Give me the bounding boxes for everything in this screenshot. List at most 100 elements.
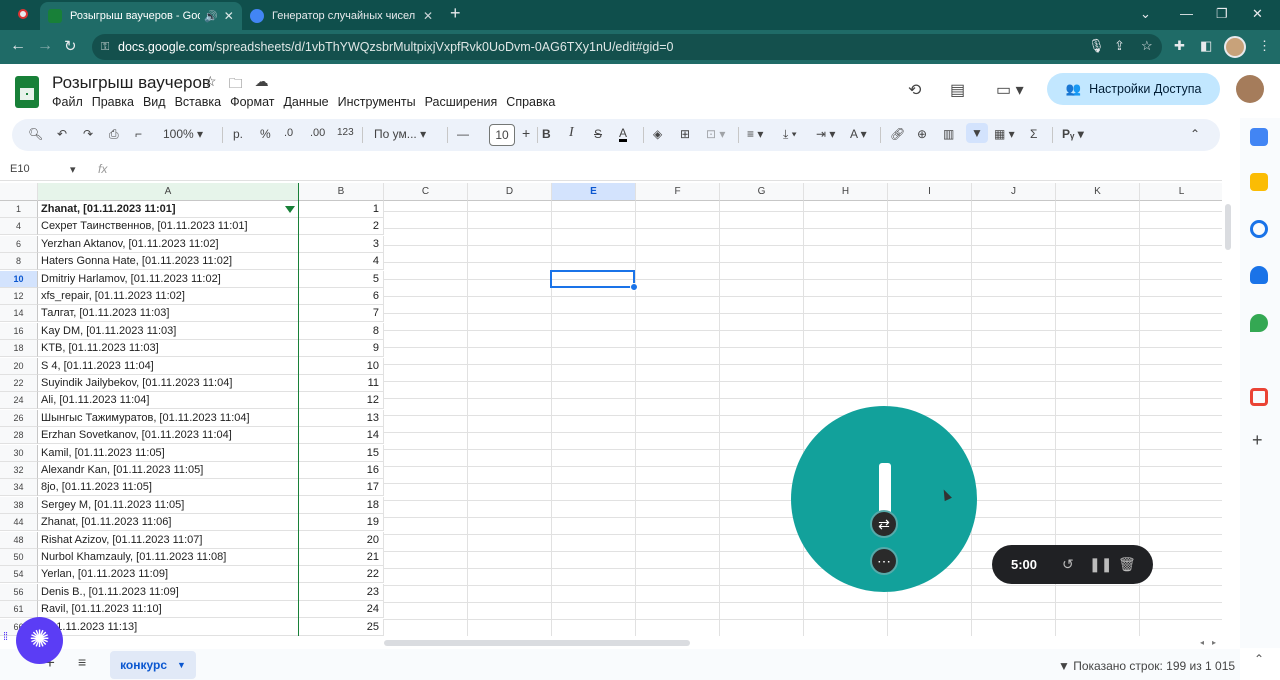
cell-b[interactable]: 16: [299, 462, 384, 479]
column-header-f[interactable]: F: [636, 183, 720, 201]
undo-icon[interactable]: ↶: [57, 127, 67, 141]
menu-help[interactable]: Справка: [506, 95, 555, 109]
text-wrap-icon[interactable]: ⇥ ▾: [816, 127, 835, 141]
cell-b[interactable]: 4: [299, 253, 384, 271]
cell-a[interactable]: Kamil, [01.11.2023 11:05]: [38, 445, 299, 462]
cell-b[interactable]: 9: [299, 340, 384, 358]
formula-input[interactable]: [118, 161, 1208, 179]
browser-tab-random[interactable]: Генератор случайных чисел | Р ✕: [242, 2, 442, 30]
font-select[interactable]: По ум... ▾: [374, 127, 426, 141]
cell-b[interactable]: 24: [299, 601, 384, 619]
cell-b[interactable]: 1: [299, 201, 384, 218]
cell-a[interactable]: Nurbol Khamzauly, [01.11.2023 11:08]: [38, 549, 299, 566]
cell-b[interactable]: 23: [299, 583, 384, 601]
row-header[interactable]: 48: [0, 531, 38, 549]
print-icon[interactable]: ⎙: [109, 127, 119, 142]
user-avatar[interactable]: [1236, 75, 1264, 103]
borders-icon[interactable]: ⊞: [680, 127, 690, 141]
cell-a[interactable]: xfs_repair, [01.11.2023 11:02]: [38, 288, 299, 305]
redo-icon[interactable]: ↷: [83, 127, 93, 141]
cell-b[interactable]: 13: [299, 409, 384, 427]
extensions-icon[interactable]: ✚: [1174, 38, 1185, 54]
cell-a[interactable]: Suyindik Jailybekov, [01.11.2023 11:04]: [38, 375, 299, 392]
row-header[interactable]: 56: [0, 583, 38, 601]
cell-a[interactable]: S 4, [01.11.2023 11:04]: [38, 358, 299, 375]
new-tab-button[interactable]: +: [450, 3, 461, 24]
close-window-button[interactable]: ✕: [1252, 6, 1263, 22]
cell-b[interactable]: 5: [299, 270, 384, 288]
cell-b[interactable]: 19: [299, 514, 384, 532]
row-header[interactable]: 34: [0, 479, 38, 497]
row-header[interactable]: 6: [0, 235, 38, 253]
drag-handle-icon[interactable]: ⁞⁞: [3, 632, 8, 643]
text-rotation-icon[interactable]: A ▾: [850, 127, 867, 141]
cell-a[interactable]: Sergey M, [01.11.2023 11:05]: [38, 497, 299, 514]
column-header-b[interactable]: B: [299, 183, 384, 201]
column-header-i[interactable]: I: [888, 183, 972, 201]
delete-icon[interactable]: 🗑︎: [1118, 556, 1136, 573]
cell-a[interactable]: Yerzhan Aktanov, [01.11.2023 11:02]: [38, 236, 299, 253]
side-panel-icon[interactable]: ◧: [1200, 38, 1212, 54]
cell-a[interactable]: Erzhan Sovetkanov, [01.11.2023 11:04]: [38, 427, 299, 445]
calendar-icon[interactable]: [1250, 128, 1268, 146]
cell-a[interactable]: Kay DM, [01.11.2023 11:03]: [38, 323, 299, 340]
cell-b[interactable]: 3: [299, 235, 384, 253]
paint-format-icon[interactable]: ⌐: [135, 127, 142, 141]
bookmark-star-icon[interactable]: ☆: [1141, 38, 1153, 54]
row-header[interactable]: 12: [0, 288, 38, 305]
row-header[interactable]: 38: [0, 496, 38, 514]
forward-icon[interactable]: →: [37, 37, 53, 55]
column-header-a[interactable]: A: [38, 183, 299, 201]
sheet-tab-konkurs[interactable]: конкурс ▼: [110, 651, 196, 679]
input-tools-icon[interactable]: Pᵧ ▾: [1062, 127, 1084, 141]
percent-format-button[interactable]: %: [260, 127, 271, 141]
pause-icon[interactable]: ❚❚: [1089, 556, 1112, 573]
menu-view[interactable]: Вид: [143, 95, 166, 109]
menu-data[interactable]: Данные: [283, 95, 328, 109]
close-tab-icon[interactable]: ✕: [423, 9, 433, 23]
menu-file[interactable]: Файл: [52, 95, 83, 109]
scroll-left-arrow[interactable]: ◂: [1200, 638, 1204, 647]
column-header-g[interactable]: G: [720, 183, 804, 201]
column-header-l[interactable]: L: [1140, 183, 1222, 201]
close-tab-icon[interactable]: ✕: [224, 9, 234, 23]
menu-edit[interactable]: Правка: [92, 95, 134, 109]
cell-b[interactable]: 14: [299, 427, 384, 445]
horizontal-scrollbar[interactable]: [384, 640, 690, 646]
collapse-toolbar-icon[interactable]: ⌃: [1190, 127, 1200, 141]
sheet-tab-dropdown-icon[interactable]: ▼: [177, 660, 186, 670]
menu-format[interactable]: Формат: [230, 95, 274, 109]
strikethrough-button[interactable]: S: [594, 127, 602, 141]
cell-b[interactable]: 20: [299, 531, 384, 549]
profile-avatar[interactable]: [1224, 36, 1246, 58]
row-header[interactable]: 4: [0, 218, 38, 236]
font-size-input[interactable]: 10: [489, 124, 515, 146]
cell-b[interactable]: 7: [299, 305, 384, 323]
row-header[interactable]: 16: [0, 322, 38, 340]
more-options-icon[interactable]: ⋯: [870, 547, 898, 575]
filter-active-icon[interactable]: [285, 206, 295, 213]
maximize-button[interactable]: ❐: [1216, 6, 1228, 22]
row-header[interactable]: 22: [0, 375, 38, 392]
increase-font-size-button[interactable]: +: [522, 125, 530, 141]
row-header[interactable]: 32: [0, 462, 38, 479]
column-header-c[interactable]: C: [384, 183, 468, 201]
number-format-button[interactable]: 123: [337, 127, 354, 138]
cell-a[interactable]: Dmitriy Harlamov, [01.11.2023 11:02]: [38, 271, 299, 288]
menu-extensions[interactable]: Расширения: [425, 95, 498, 109]
cell-a[interactable]: 8jo, [01.11.2023 11:05]: [38, 479, 299, 497]
bold-button[interactable]: B: [542, 127, 551, 141]
keep-icon[interactable]: [1250, 173, 1268, 191]
merge-cells-icon[interactable]: ⊡ ▾: [706, 127, 725, 141]
menu-insert[interactable]: Вставка: [175, 95, 221, 109]
tasks-icon[interactable]: [1250, 220, 1268, 238]
cell-a[interactable]: Yerlan, [01.11.2023 11:09]: [38, 566, 299, 584]
filter-views-icon[interactable]: ▦ ▾: [994, 127, 1015, 141]
name-box-dropdown-icon[interactable]: ▾: [70, 163, 76, 176]
name-box[interactable]: E10: [10, 163, 30, 175]
cell-b[interactable]: 15: [299, 444, 384, 462]
restart-icon[interactable]: ↺: [1062, 556, 1074, 573]
share-page-icon[interactable]: ⇪: [1114, 38, 1125, 54]
filter-icon[interactable]: ▼: [966, 123, 988, 143]
tab-search-icon[interactable]: ⌄: [1140, 6, 1151, 22]
